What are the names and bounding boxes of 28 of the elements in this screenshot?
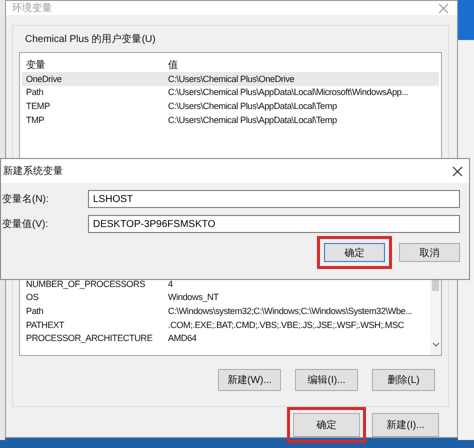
scrollbar[interactable]: [430, 277, 441, 355]
list-row[interactable]: PROCESSOR_ARCHITECTURE AMD64: [22, 331, 430, 345]
column-header[interactable]: 值: [168, 58, 178, 72]
dialog-button[interactable]: 确定: [324, 243, 385, 262]
group-label: Chemical Plus 的用户变量(U): [25, 32, 157, 46]
list-row[interactable]: Path C:\Users\Chemical Plus\AppData\Local\Microsoft\WindowsApp...: [22, 86, 439, 100]
dialog-button[interactable]: 确定: [293, 413, 360, 437]
list-row[interactable]: TEMP C:\Users\Chemical Plus\AppData\Local\Temp: [22, 99, 439, 113]
list-row[interactable]: NUMBER_OF_PROCESSORS 4: [22, 277, 430, 291]
dialog-button[interactable]: 编辑(I)...: [295, 369, 358, 391]
input-field[interactable]: LSHOST: [88, 190, 460, 208]
dialog-title: 新建系统变量: [3, 164, 63, 178]
dialog-button[interactable]: 删除(L): [372, 369, 435, 391]
dialog-button[interactable]: 取消: [399, 243, 460, 262]
field-label: 变量名(N):: [1, 192, 50, 206]
dialog-button[interactable]: 新建(W)...: [218, 369, 281, 391]
list-row[interactable]: OS Windows_NT: [22, 290, 430, 304]
list-row[interactable]: PATHEXT .COM;.EXE;.BAT;.CMD;.VBS;.VBE;.JS;.JSE;.WSF;.WSH;.MSC: [22, 318, 430, 332]
dialog-button[interactable]: 新建(I)...: [372, 413, 439, 437]
column-header[interactable]: 变量: [22, 58, 168, 72]
close-icon[interactable]: [452, 166, 463, 176]
list-row[interactable]: OneDrive C:\Users\Chemical Plus\OneDrive: [22, 72, 439, 86]
field-label: 变量值(V):: [1, 218, 50, 231]
list-row[interactable]: TMP C:\Users\Chemical Plus\AppData\Local\Temp: [22, 112, 439, 126]
window-title: 环境变量: [12, 2, 52, 15]
input-field[interactable]: DESKTOP-3P96FSMSKTO: [88, 215, 460, 233]
list-row[interactable]: Path C:\Windows\system32;C:\Windows;C:\Windows\System32\Wbe...: [22, 304, 430, 318]
chevron-down-icon[interactable]: [432, 342, 440, 347]
